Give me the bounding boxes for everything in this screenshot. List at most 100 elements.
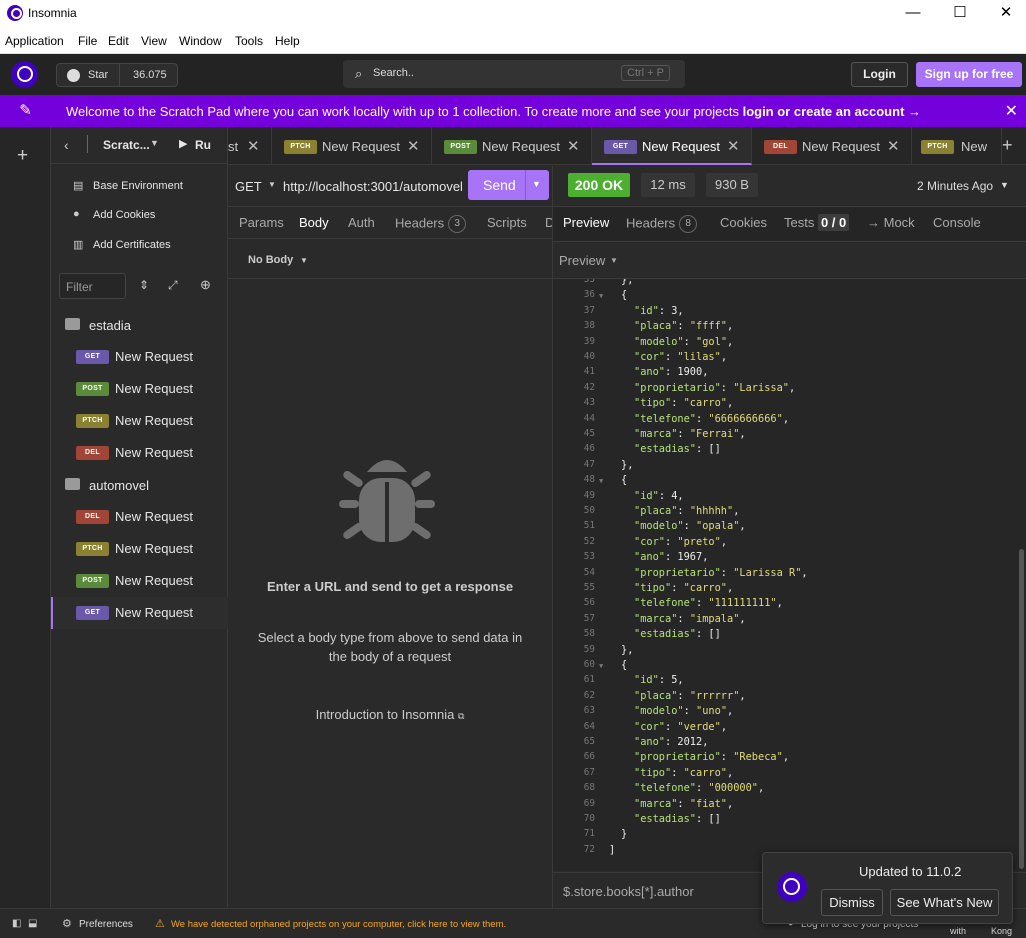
tab-console[interactable]: Console (933, 215, 981, 230)
request-item[interactable]: POST New Request (51, 565, 228, 597)
tab-request[interactable]: st ✕ (228, 127, 272, 165)
headers-count: 3 (448, 215, 467, 233)
search-icon: ⌕ (355, 66, 363, 81)
folder-automovel[interactable]: automovel (51, 471, 228, 501)
chevron-down-icon[interactable]: ▼ (610, 256, 618, 265)
signup-button[interactable]: Sign up for free (916, 62, 1022, 87)
search-button[interactable]: ⌕ Search.. Ctrl + P (343, 60, 685, 88)
window-titlebar: Insomnia — ☐ ✕ (0, 0, 1026, 28)
intro-link[interactable]: Introduction to Insomnia ⧉ (228, 707, 552, 722)
tab-request-active[interactable]: GET New Request ✕ (592, 127, 752, 165)
tab-scripts[interactable]: Scripts (487, 215, 527, 230)
tab-request[interactable]: PTCH New (912, 127, 1002, 165)
chevron-down-icon[interactable]: ▼ (532, 179, 541, 189)
tab-request[interactable]: POST New Request ✕ (432, 127, 592, 165)
sidebar-header: ‹ Scratc... ▼ ▶ Ru (51, 127, 228, 164)
request-body: No Body ▼ Enter a URL and send to get a … (228, 240, 552, 908)
tab-tests[interactable]: Tests 0 / 0 (784, 214, 850, 231)
request-item[interactable]: DEL New Request (51, 501, 228, 533)
body-type-select[interactable]: No Body (248, 254, 293, 266)
line-number: 59 (583, 643, 595, 655)
jsonpath-input[interactable]: $.store.books[*].author (563, 884, 694, 899)
run-button[interactable]: Ru (195, 138, 211, 152)
folder-estadia[interactable]: estadia (51, 311, 228, 341)
maximize-button[interactable]: ☐ (937, 0, 983, 28)
request-item[interactable]: DEL New Request (51, 437, 228, 469)
add-project-icon[interactable]: + (17, 145, 28, 167)
sort-icon[interactable]: ⇕ (139, 278, 149, 292)
chevron-down-icon[interactable]: ▼ (300, 256, 308, 265)
filter-input[interactable]: Filter (59, 273, 126, 299)
preferences-button[interactable]: Preferences (79, 919, 133, 930)
chevron-down-icon[interactable]: ▼ (1000, 180, 1009, 190)
banner-login-link[interactable]: login or create an account → (743, 104, 921, 119)
request-item-active[interactable]: GET New Request (51, 597, 228, 629)
run-icon[interactable]: ▶ (179, 137, 187, 150)
edit-icon[interactable]: ✎ (0, 95, 51, 127)
code-text: { (621, 659, 628, 671)
add-cookies-item[interactable]: ● Add Cookies (51, 201, 228, 230)
tab-preview[interactable]: Preview (563, 215, 609, 230)
close-window-button[interactable]: ✕ (983, 0, 1026, 28)
base-environment-item[interactable]: ▤ Base Environment (51, 172, 228, 201)
response-code-viewer[interactable]: 35}, 36 ▼ {37 "id": 3, 38 "placa": "ffff", 39 "m… (553, 279, 1026, 871)
response-age[interactable]: 2 Minutes Ago (917, 179, 993, 193)
banner-close-icon[interactable]: ✕ (1005, 101, 1018, 121)
insomnia-logo-icon[interactable] (11, 61, 38, 88)
toggle-sidebar-icon[interactable]: ◧ (12, 918, 21, 929)
close-icon[interactable]: ✕ (727, 137, 740, 155)
new-tab-icon[interactable]: + (1002, 135, 1013, 156)
menu-file[interactable]: File (78, 34, 97, 48)
dismiss-button[interactable]: Dismiss (821, 889, 883, 916)
tab-label: New Request (322, 139, 401, 154)
tab-request[interactable]: PTCH New Request ✕ (272, 127, 432, 165)
tab-headers[interactable]: Headers 3 (395, 215, 467, 233)
menu-view[interactable]: View (141, 34, 167, 48)
close-icon[interactable]: ✕ (407, 137, 420, 155)
minimize-button[interactable]: — (890, 0, 936, 28)
chevron-down-icon[interactable]: ▼ (268, 180, 276, 189)
tab-params[interactable]: Params (239, 215, 284, 230)
code-text: "proprietario": "Larissa R", (634, 566, 808, 579)
code-scrollbar[interactable] (1019, 549, 1024, 869)
method-badge: POST (76, 574, 109, 588)
fold-icon[interactable]: ▼ (599, 292, 603, 300)
see-whats-new-button[interactable]: See What's New (890, 889, 999, 916)
login-button[interactable]: Login (851, 62, 908, 87)
request-item[interactable]: GET New Request (51, 341, 228, 373)
url-input[interactable]: http://localhost:3001/automovel (283, 179, 466, 194)
orphaned-projects-warning[interactable]: We have detected orphaned projects on yo… (171, 919, 506, 930)
send-button[interactable]: Send ▼ (468, 170, 549, 200)
menu-edit[interactable]: Edit (108, 34, 129, 48)
fold-icon[interactable]: ▼ (599, 662, 603, 670)
menu-window[interactable]: Window (179, 34, 222, 48)
close-icon[interactable]: ✕ (887, 137, 900, 155)
chevron-down-icon[interactable]: ▼ (150, 138, 159, 148)
add-icon[interactable]: ⊕ (200, 277, 211, 293)
method-select[interactable]: GET (235, 179, 262, 194)
back-icon[interactable]: ‹ (64, 137, 69, 153)
request-item[interactable]: PTCH New Request (51, 533, 228, 565)
tab-mock[interactable]: → Mock (867, 215, 915, 230)
github-star-button[interactable]: Star 36.075 (56, 63, 178, 87)
tab-body[interactable]: Body (299, 215, 329, 230)
fold-icon[interactable]: ▼ (599, 477, 603, 485)
request-item[interactable]: POST New Request (51, 373, 228, 405)
project-name[interactable]: Scratc... (103, 138, 150, 152)
close-icon[interactable]: ✕ (567, 137, 580, 155)
menu-application[interactable]: Application (5, 34, 64, 48)
request-item[interactable]: PTCH New Request (51, 405, 228, 437)
gear-icon[interactable]: ⚙ (62, 917, 72, 930)
add-certificates-item[interactable]: ▥ Add Certificates (51, 231, 228, 260)
tab-response-headers[interactable]: Headers 8 (626, 215, 698, 233)
line-number: 48 (583, 474, 595, 486)
close-icon[interactable]: ✕ (247, 137, 260, 155)
expand-icon[interactable]: ⤢ (168, 278, 178, 293)
tab-request[interactable]: DEL New Request ✕ (752, 127, 912, 165)
menu-help[interactable]: Help (275, 34, 300, 48)
tab-auth[interactable]: Auth (348, 215, 375, 230)
toggle-panel-icon[interactable]: ⬓ (28, 918, 37, 929)
preview-mode-select[interactable]: Preview (559, 253, 605, 268)
menu-tools[interactable]: Tools (235, 34, 263, 48)
tab-cookies[interactable]: Cookies (720, 215, 767, 230)
